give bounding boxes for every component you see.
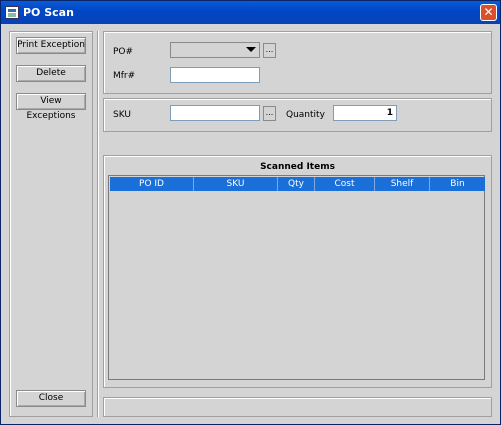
- close-window-button[interactable]: ✕: [480, 4, 497, 21]
- column-header-cost[interactable]: Cost: [315, 177, 375, 191]
- close-icon: ✕: [483, 5, 494, 19]
- po-dropdown[interactable]: [170, 42, 260, 58]
- mfr-label: Mfr#: [113, 71, 136, 81]
- sku-input[interactable]: [170, 105, 260, 121]
- app-icon: [5, 6, 19, 19]
- po-label: PO#: [113, 47, 134, 57]
- column-header-qty[interactable]: Qty: [278, 177, 315, 191]
- panel-divider: [97, 31, 99, 417]
- sku-label: SKU: [113, 110, 131, 120]
- status-bar: [103, 397, 492, 417]
- action-panel: [9, 31, 93, 417]
- title-bar: PO Scan ✕: [1, 1, 500, 24]
- print-exception-button[interactable]: Print Exception: [16, 37, 86, 54]
- quantity-input[interactable]: 1: [333, 105, 397, 121]
- window-title: PO Scan: [23, 6, 74, 19]
- view-exceptions-button[interactable]: View Exceptions: [16, 93, 86, 121]
- po-scan-window: PO Scan ✕ Print Exception Delete View Ex…: [0, 0, 501, 425]
- mfr-input[interactable]: [170, 67, 260, 83]
- column-header-shelf[interactable]: Shelf: [375, 177, 430, 191]
- column-header-bin[interactable]: Bin: [430, 177, 485, 191]
- scanned-items-table[interactable]: PO ID SKU Qty Cost Shelf Bin: [108, 175, 485, 380]
- delete-button[interactable]: Delete: [16, 65, 86, 82]
- chevron-down-icon: [246, 47, 256, 52]
- scanned-items-title: Scanned Items: [260, 162, 335, 172]
- column-header-sku[interactable]: SKU: [194, 177, 278, 191]
- po-panel: [103, 31, 492, 94]
- close-button[interactable]: Close: [16, 390, 86, 407]
- po-browse-button[interactable]: ...: [263, 43, 276, 58]
- sku-browse-button[interactable]: ...: [263, 106, 276, 121]
- table-header: PO ID SKU Qty Cost Shelf Bin: [110, 177, 485, 191]
- column-header-po-id[interactable]: PO ID: [110, 177, 194, 191]
- quantity-label: Quantity: [286, 110, 325, 120]
